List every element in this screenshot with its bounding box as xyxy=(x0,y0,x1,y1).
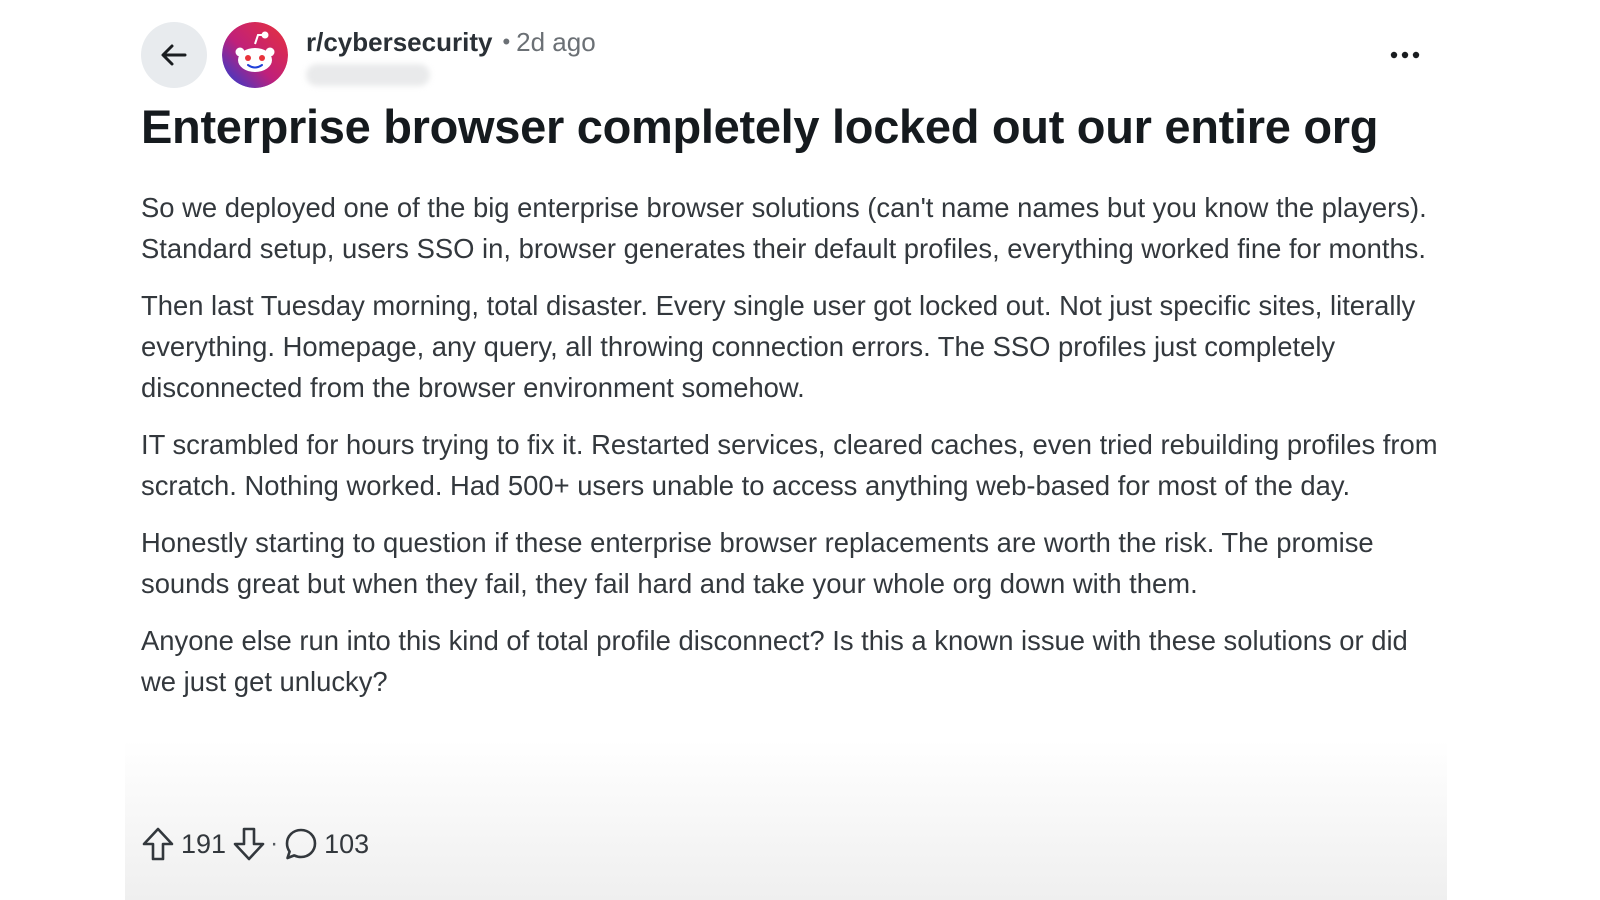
post-body: So we deployed one of the big enterprise… xyxy=(141,187,1441,718)
subreddit-avatar[interactable] xyxy=(222,22,288,88)
post-title[interactable]: Enterprise browser completely locked out… xyxy=(141,96,1441,158)
actions-separator: · xyxy=(270,830,279,857)
arrow-up-outline-icon xyxy=(142,827,174,861)
redacted-username xyxy=(306,64,430,86)
body-paragraph: IT scrambled for hours trying to fix it.… xyxy=(141,429,1438,501)
back-button[interactable] xyxy=(141,22,207,88)
more-options-button[interactable] xyxy=(1385,40,1425,70)
arrow-left-icon xyxy=(161,44,187,66)
meta-separator: • xyxy=(502,29,511,54)
upvote-button[interactable] xyxy=(141,824,175,864)
body-paragraph: Honestly starting to question if these e… xyxy=(141,527,1374,599)
post-card: r/cybersecurity • 2d ago Enterprise brow… xyxy=(125,0,1447,900)
arrow-down-outline-icon xyxy=(233,827,265,861)
reddit-snoo-avatar xyxy=(222,22,288,88)
body-paragraph: Anyone else run into this kind of total … xyxy=(141,625,1408,697)
body-paragraph: Then last Tuesday morning, total disaste… xyxy=(141,290,1416,403)
body-paragraph: So we deployed one of the big enterprise… xyxy=(141,192,1427,264)
downvote-button[interactable] xyxy=(232,824,266,864)
post-header: r/cybersecurity • 2d ago xyxy=(141,22,1431,88)
subreddit-name[interactable]: r/cybersecurity xyxy=(306,27,492,58)
post-actions: 191 · 103 xyxy=(141,823,375,865)
comment-count: 103 xyxy=(324,828,370,859)
upvote-count: 191 xyxy=(181,828,227,859)
post-timestamp: 2d ago xyxy=(516,26,596,57)
more-horizontal-icon xyxy=(1390,51,1420,59)
post-meta: r/cybersecurity • 2d ago xyxy=(306,22,596,62)
speech-bubble-icon xyxy=(285,828,317,860)
comments-button[interactable]: 103 xyxy=(284,827,375,861)
